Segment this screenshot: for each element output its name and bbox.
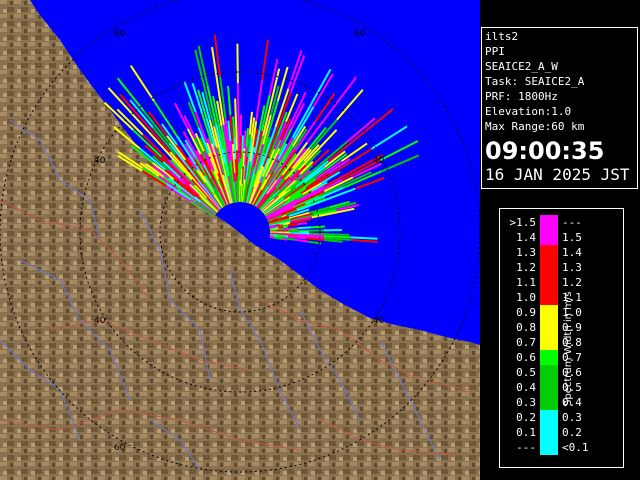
ring-label: 40 [373,156,385,166]
legend-swatch [540,320,558,335]
legend-swatch [540,215,558,230]
radar-ppi-map: 60 60 40 40 40 40 60 [0,0,480,480]
legend-upper-value: 1.5 [562,231,582,244]
legend-swatch [540,425,558,440]
color-legend: >1.5 --- 1.4 1.5 1.3 1.4 1.2 1.3 1.1 1.2 1.0 1.1 0.9… [499,208,624,468]
legend-lower-value: >1.5 [509,216,537,229]
ring-label: 60 [114,29,126,39]
legend-swatch [540,290,558,305]
legend-lower-value: --- [516,441,536,454]
elevation-value: Elevation:1.0 [485,105,572,118]
legend-row: 0.7 0.8 [500,335,623,350]
echo-segment [288,223,298,227]
ring-label: 40 [373,316,385,326]
legend-row: 1.2 1.3 [500,260,623,275]
legend-row: 1.1 1.2 [500,275,623,290]
echo-segment [241,151,244,169]
echo-segment [234,98,238,125]
legend-lower-value: 0.7 [516,336,536,349]
legend-lower-value: 1.0 [516,291,536,304]
legend-swatch [540,395,558,410]
echo-segment [243,130,247,149]
echo-segment [278,226,284,229]
echo-segment [273,236,279,240]
legend-upper-value: 1.3 [562,261,582,274]
station-name: ilts2 [485,30,519,43]
echo-segment [350,236,378,240]
task-name: Task: SEAICE2_A [485,75,585,88]
legend-row: 1.3 1.4 [500,245,623,260]
echo-segment [297,226,312,230]
echo-segment [232,116,236,139]
echo-segment [236,150,239,177]
legend-lower-value: 0.3 [516,396,536,409]
legend-swatch [540,260,558,275]
legend-row: 0.3 0.4 [500,395,623,410]
echo-segment [237,122,240,163]
legend-lower-value: 1.1 [516,276,536,289]
scan-name: SEAICE2_A_W [485,60,558,73]
legend-row: 0.5 0.6 [500,365,623,380]
legend-lower-value: 1.3 [516,246,536,259]
legend-row: 1.4 1.5 [500,230,623,245]
legend-row: --- <0.1 [500,440,623,455]
echo-segment [323,235,351,239]
legend-row: >1.5 --- [500,215,623,230]
echo-segment [311,225,326,229]
scan-date: 16 JAN 2025 JST [485,165,630,184]
legend-row: 0.2 0.3 [500,410,623,425]
echo-segment [329,233,350,236]
legend-row: 1.0 1.1 [500,290,623,305]
legend-row: 0.1 0.2 [500,425,623,440]
legend-swatch [540,380,558,395]
ring-label: 40 [94,156,106,166]
echo-segment [278,237,283,240]
legend-upper-value: 1.4 [562,246,582,259]
legend-swatch [540,350,558,365]
legend-upper-value: 0.2 [562,426,582,439]
legend-lower-value: 0.9 [516,306,536,319]
legend-lower-value: 1.2 [516,261,536,274]
echo-segment [269,235,275,239]
legend-swatch [540,245,558,260]
legend-lower-value: 1.4 [516,231,536,244]
legend-title: Spectrum Width in m/s [563,291,574,406]
max-range-value: Max Range:60 km [485,120,585,133]
echo-segment [236,43,239,84]
echo-segment [282,238,288,241]
legend-upper-value: --- [562,216,582,229]
legend-upper-value: 0.3 [562,411,582,424]
ring-label: 60 [114,443,126,453]
legend-lower-value: 0.2 [516,411,536,424]
echo-segment [236,83,240,123]
legend-swatch [540,275,558,290]
legend-swatch [540,305,558,320]
legend-swatch [540,440,558,455]
legend-swatch [540,335,558,350]
legend-row: 0.6 0.7 [500,350,623,365]
ring-label: 40 [94,316,106,326]
legend-row: 0.9 1.0 [500,305,623,320]
legend-lower-value: 0.6 [516,351,536,364]
legend-lower-value: 0.4 [516,381,536,394]
echo-segment [233,137,237,160]
legend-lower-value: 0.5 [516,366,536,379]
product-type: PPI [485,45,505,58]
prf-value: PRF: 1800Hz [485,90,558,103]
legend-swatch [540,365,558,380]
echo-segment [241,135,244,153]
legend-row: 0.4 0.5 [500,380,623,395]
ring-label: 60 [354,29,366,39]
echo-segment [235,124,238,151]
legend-upper-value: 1.2 [562,276,582,289]
legend-lower-value: 0.8 [516,321,536,334]
legend-swatch [540,410,558,425]
echo-segment [297,222,307,226]
scan-time: 09:00:35 [485,137,605,165]
legend-row: 0.8 0.9 [500,320,623,335]
info-box: ilts2 PPI SEAICE2_A_W Task: SEAICE2_A PR… [481,27,638,189]
legend-swatch [540,230,558,245]
legend-lower-value: 0.1 [516,426,536,439]
legend-upper-value: <0.1 [562,441,589,454]
